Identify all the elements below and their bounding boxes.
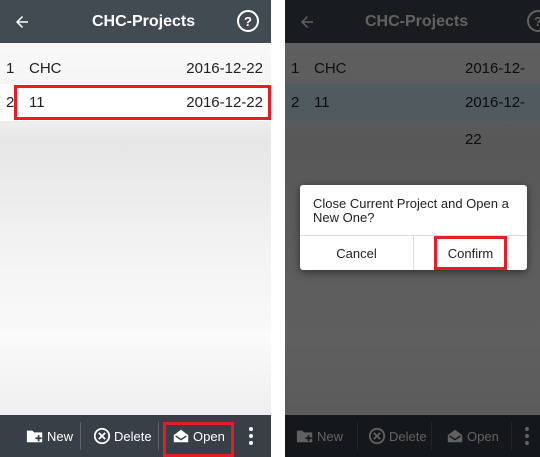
project-index: 2 [6, 94, 15, 111]
help-circle-icon: ? [244, 13, 252, 29]
help-button[interactable]: ? [237, 10, 259, 32]
toolbar-divider [80, 422, 81, 450]
project-row[interactable]: 1 CHC 2016-12-22 [0, 50, 271, 87]
app-header: CHC-Projects ? [0, 0, 271, 43]
cancel-button[interactable]: Cancel [300, 236, 413, 270]
page-title: CHC-Projects [92, 13, 196, 30]
open-project-dialog-screen: CHC-Projects ? 1 CHC 2016-12-22 2 11 201… [285, 0, 540, 457]
dialog-actions: Cancel Confirm [300, 235, 527, 270]
back-button[interactable] [0, 0, 44, 43]
bottom-toolbar: New Delete Open [0, 415, 271, 457]
delete-circle-icon [93, 427, 111, 445]
more-vert-icon [249, 427, 253, 445]
more-menu-button[interactable] [241, 415, 261, 457]
new-button-label: New [47, 428, 74, 444]
dialog-message: Close Current Project and Open a New One… [313, 196, 509, 225]
confirm-button[interactable]: Confirm [414, 236, 527, 270]
project-index: 1 [6, 60, 15, 77]
confirm-dialog: Close Current Project and Open a New One… [300, 185, 527, 270]
project-date: 2016-12-22 [186, 60, 263, 77]
project-name: CHC [29, 60, 62, 77]
new-project-icon [26, 430, 43, 443]
delete-button[interactable]: Delete [92, 415, 152, 457]
new-button[interactable]: New [25, 415, 73, 457]
arrow-left-icon [16, 15, 28, 28]
project-row-selected[interactable]: 2 11 2016-12-22 [0, 84, 271, 121]
project-date: 2016-12-22 [186, 94, 263, 111]
open-button[interactable]: Open [171, 415, 225, 457]
project-name: 11 [29, 94, 45, 111]
toolbar-divider [158, 422, 159, 450]
delete-button-label: Delete [114, 428, 152, 444]
project-list-screen: CHC-Projects ? 1 CHC 2016-12-22 2 11 201… [0, 0, 271, 457]
open-button-label: Open [193, 428, 225, 444]
open-envelope-icon [173, 429, 189, 443]
